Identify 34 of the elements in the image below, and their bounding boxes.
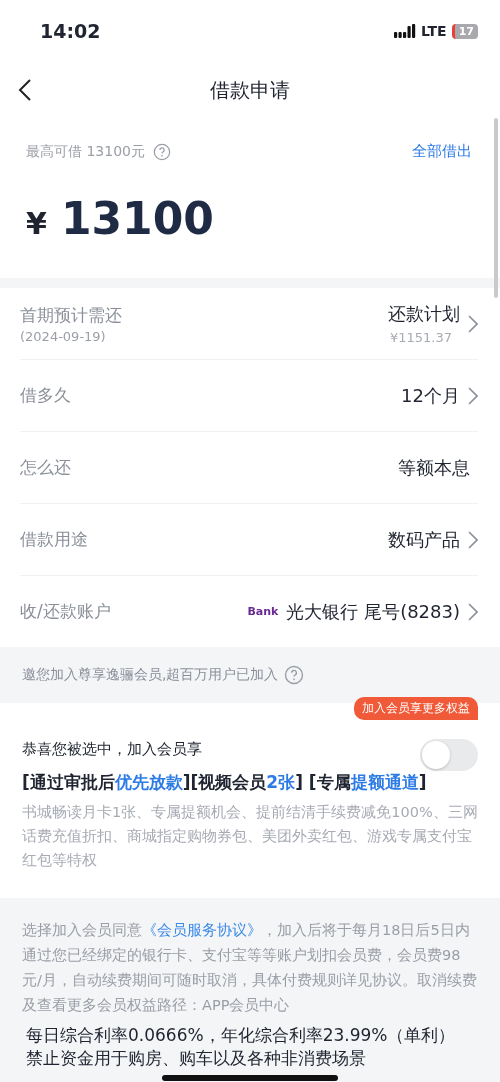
signal-icon — [393, 24, 416, 38]
help-icon[interactable] — [284, 665, 305, 685]
row-label: 借多久 — [20, 384, 71, 407]
promo-badge: 加入会员享更多权益 — [354, 697, 478, 720]
benefits-text: [通过审批后优先放款][视频会员2张] [专属提额通道] — [22, 771, 428, 794]
row-label: 收/还款账户 — [20, 600, 111, 623]
row-label: 首期预计需还 — [20, 303, 122, 327]
amount-value: 13100 — [60, 193, 214, 244]
invite-text: 邀您加入尊享逸骊会员,超百万用户已加入 — [22, 666, 279, 684]
back-icon[interactable] — [18, 78, 32, 102]
page-title: 借款申请 — [210, 76, 290, 104]
row-value: 等额本息 — [398, 455, 470, 480]
currency-symbol: ¥ — [26, 206, 47, 241]
row-value[interactable]: 还款计划 — [388, 302, 460, 326]
rate-text: 禁止资金用于购房、购车以及各种非消费场景 — [25, 1047, 367, 1070]
row-value[interactable]: 光大银行 尾号(8283) — [286, 599, 460, 624]
limit-label: 最高可借 13100元 — [26, 142, 145, 161]
row-subvalue: ¥1151.37 — [389, 330, 452, 345]
row-label: 怎么还 — [20, 456, 71, 479]
benefits-description: 书城畅读月卡1张、专属提额机会、提前结清手续费减免100%、三网话费充值折扣、商城指定购物券包、美团外卖红包、游戏专属支付宝红包等特权 — [22, 803, 478, 870]
rate-text: 每日综合利率0.0666%，年化综合利率23.99%（单利） — [25, 1024, 457, 1047]
battery-indicator: 17 — [451, 23, 478, 39]
borrow-all-button[interactable]: 全部借出 — [412, 142, 472, 161]
row-value[interactable]: 12个月 — [401, 383, 460, 408]
member-toggle[interactable] — [420, 739, 478, 771]
row-value[interactable]: 数码产品 — [388, 527, 460, 552]
member-title: 恭喜您被选中，加入会员享 — [22, 739, 202, 759]
row-sublabel: (2024-09-19) — [20, 328, 107, 344]
agreement-text: 选择加入会员同意《会员服务协议》，加入后将于每月18日后5日内通过您已经绑定的银行卡、支付宝等等账户划扣会员费，会员费98元/月，自动续费期间可随时取消，具体付费规则详见协议。取消续费及查看更多会员权益路径：APP会员中心 — [21, 921, 478, 1015]
network-label: LTE — [420, 23, 447, 39]
help-icon[interactable] — [153, 142, 171, 161]
status-time: 14:02 — [40, 20, 101, 42]
row-label: 借款用途 — [20, 528, 88, 551]
bank-logo: Bank — [247, 605, 279, 618]
